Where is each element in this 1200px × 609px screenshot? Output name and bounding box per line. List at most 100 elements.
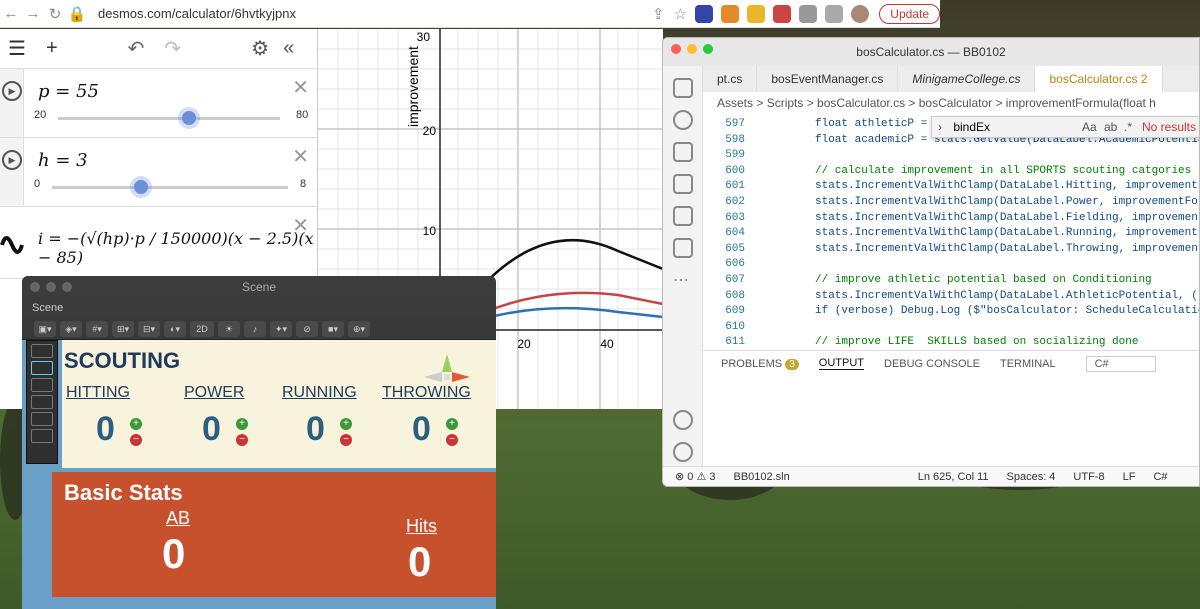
minimize-dot[interactable] — [687, 44, 697, 54]
tab-scene[interactable]: Scene — [22, 298, 496, 318]
tab-problems[interactable]: PROBLEMS 3 — [721, 358, 799, 370]
slider-handle[interactable] — [134, 180, 148, 194]
remote-icon[interactable] — [673, 238, 693, 258]
tab-terminal[interactable]: TERMINAL — [1000, 358, 1056, 370]
plus-icon[interactable]: + — [130, 418, 142, 430]
expression-math[interactable]: h = 3 — [38, 150, 88, 171]
zoom-dot[interactable] — [62, 282, 72, 292]
tab-event-manager[interactable]: bosEventManager.cs — [757, 66, 899, 92]
extension-icon[interactable] — [773, 4, 792, 23]
match-case-icon[interactable]: Aa — [1082, 120, 1097, 134]
breadcrumb[interactable]: Assets > Scripts > bosCalculator.cs > bo… — [703, 92, 1199, 112]
hand-tool-icon[interactable] — [31, 344, 53, 358]
star-icon[interactable]: ☆ — [669, 5, 691, 23]
expression-i[interactable]: i = −(√(hp)·p / 150000)(x − 2.5)(x − 85)… — [0, 207, 317, 279]
toggle-2d-button[interactable]: 2D — [190, 320, 214, 337]
expression-math[interactable]: p = 55 — [38, 81, 99, 102]
close-icon[interactable]: ✕ — [292, 213, 309, 238]
tab-bos-calculator[interactable]: bosCalculator.cs 2 — [1035, 66, 1163, 92]
code-editor[interactable]: 597 float athleticP = s 598 float academicP… — [703, 114, 1199, 348]
more-icon[interactable]: ⋯ — [673, 270, 693, 290]
code-line[interactable]: stats.IncrementValWithClamp(DataLabel.Th… — [815, 243, 1199, 255]
minus-icon[interactable]: − — [130, 434, 142, 446]
whole-word-icon[interactable]: ab — [1104, 120, 1117, 134]
expression-math[interactable]: i = −(√(hp)·p / 150000)(x − 2.5)(x − 85) — [38, 229, 317, 267]
indentation[interactable]: Spaces: 4 — [1007, 471, 1056, 483]
camera-icon[interactable]: ■▾ — [322, 320, 344, 337]
back-icon[interactable]: ← — [0, 5, 22, 22]
add-icon[interactable]: + — [46, 37, 58, 60]
menu-icon[interactable]: ☰ — [8, 36, 26, 61]
regex-icon[interactable]: .* — [1124, 120, 1132, 134]
lighting-icon[interactable]: ☀ — [218, 320, 240, 337]
undo-icon[interactable]: ↶ — [128, 36, 145, 61]
minus-icon[interactable]: − — [236, 434, 248, 446]
encoding[interactable]: UTF-8 — [1073, 471, 1104, 483]
code-line[interactable]: stats.IncrementValWithClamp(DataLabel.Hi… — [815, 180, 1199, 192]
zoom-dot[interactable] — [703, 44, 713, 54]
wave-icon[interactable] — [0, 225, 24, 265]
explorer-icon[interactable] — [673, 78, 693, 98]
code-line[interactable]: // calculate improvement in all SPORTS s… — [815, 165, 1191, 177]
sidebar-icon[interactable] — [825, 4, 844, 23]
tab-minigame-college[interactable]: MinigameCollege.cs — [898, 66, 1036, 92]
metamask-icon[interactable] — [721, 4, 740, 23]
share-icon[interactable]: ⇪ — [647, 5, 669, 23]
code-line[interactable]: stats.IncrementValWithClamp(DataLabel.Fi… — [815, 212, 1199, 224]
close-dot[interactable] — [30, 282, 40, 292]
plus-icon[interactable]: + — [446, 418, 458, 430]
collapse-icon[interactable]: « — [283, 37, 294, 60]
close-icon[interactable]: ✕ — [292, 75, 309, 100]
play-icon[interactable]: ▶ — [2, 81, 22, 101]
puzzle-icon[interactable] — [799, 4, 818, 23]
plus-icon[interactable]: + — [340, 418, 352, 430]
tab-output[interactable]: OUTPUT — [818, 357, 864, 370]
shading-icon[interactable]: ◐▾ — [164, 320, 186, 337]
slider-track[interactable] — [52, 186, 288, 189]
problems-status[interactable]: ⊗ 0 ⚠ 3 — [675, 470, 715, 483]
minus-icon[interactable]: − — [446, 434, 458, 446]
plus-icon[interactable]: + — [236, 418, 248, 430]
project-status[interactable]: BB0102.sln — [733, 471, 789, 483]
run-debug-icon[interactable] — [673, 174, 693, 194]
rect-tool-icon[interactable] — [31, 412, 53, 426]
find-input[interactable]: bindEx — [953, 120, 990, 134]
cursor-position[interactable]: Ln 625, Col 11 — [918, 471, 989, 483]
slider-handle[interactable] — [182, 111, 196, 125]
ruler-icon[interactable]: ⊟▾ — [138, 320, 160, 337]
visibility-icon[interactable]: ⊘ — [296, 320, 318, 337]
minus-icon[interactable]: − — [340, 434, 352, 446]
gizmos-icon[interactable]: ⊕▾ — [348, 320, 370, 337]
address-bar[interactable]: desmos.com/calculator/6hvtkyjpnx — [98, 6, 296, 21]
orientation-gizmo-icon[interactable] — [422, 352, 472, 402]
avatar[interactable] — [851, 4, 870, 23]
source-control-icon[interactable] — [673, 142, 693, 162]
forward-icon[interactable]: → — [22, 5, 44, 22]
find-widget[interactable]: › bindEx Aa ab .* No results — [931, 116, 1199, 138]
gear-icon[interactable] — [673, 442, 693, 462]
expression-h[interactable]: ▶ h = 3 ✕ 0 8 — [0, 138, 317, 207]
scene-view[interactable]: SCOUTING HITTING POWER RUNNING THROWING … — [22, 340, 496, 609]
redo-icon[interactable]: ↷ — [164, 36, 181, 61]
code-line[interactable]: // improve athletic potential based on C… — [815, 274, 1152, 286]
expression-p[interactable]: ▶ p = 55 ✕ 20 80 — [0, 69, 317, 138]
scale-tool-icon[interactable] — [31, 395, 53, 409]
code-line[interactable]: stats.IncrementValWithClamp(DataLabel.Po… — [815, 196, 1199, 208]
update-button[interactable]: Update — [879, 3, 940, 24]
close-dot[interactable] — [671, 44, 681, 54]
tab-debug-console[interactable]: DEBUG CONSOLE — [884, 358, 980, 370]
extensions-icon[interactable] — [673, 206, 693, 226]
code-line[interactable]: if (verbose) Debug.Log ($"bosCalculator:… — [815, 305, 1199, 317]
search-icon[interactable] — [673, 110, 693, 130]
minimize-dot[interactable] — [46, 282, 56, 292]
code-line[interactable]: stats.IncrementValWithClamp(DataLabel.Ru… — [815, 227, 1199, 239]
audio-icon[interactable]: ♪ — [244, 320, 266, 337]
tab-pt[interactable]: pt.cs — [703, 66, 758, 92]
gear-icon[interactable]: ⚙ — [251, 36, 269, 61]
transform-tool-icon[interactable] — [31, 429, 53, 443]
reload-icon[interactable]: ↻ — [44, 5, 66, 23]
draw-mode-dropdown[interactable]: ▣▾ — [34, 320, 56, 337]
language-mode[interactable]: C# — [1153, 471, 1167, 483]
extension-icon[interactable] — [695, 4, 714, 23]
render-mode-dropdown[interactable]: ◈▾ — [60, 320, 82, 337]
